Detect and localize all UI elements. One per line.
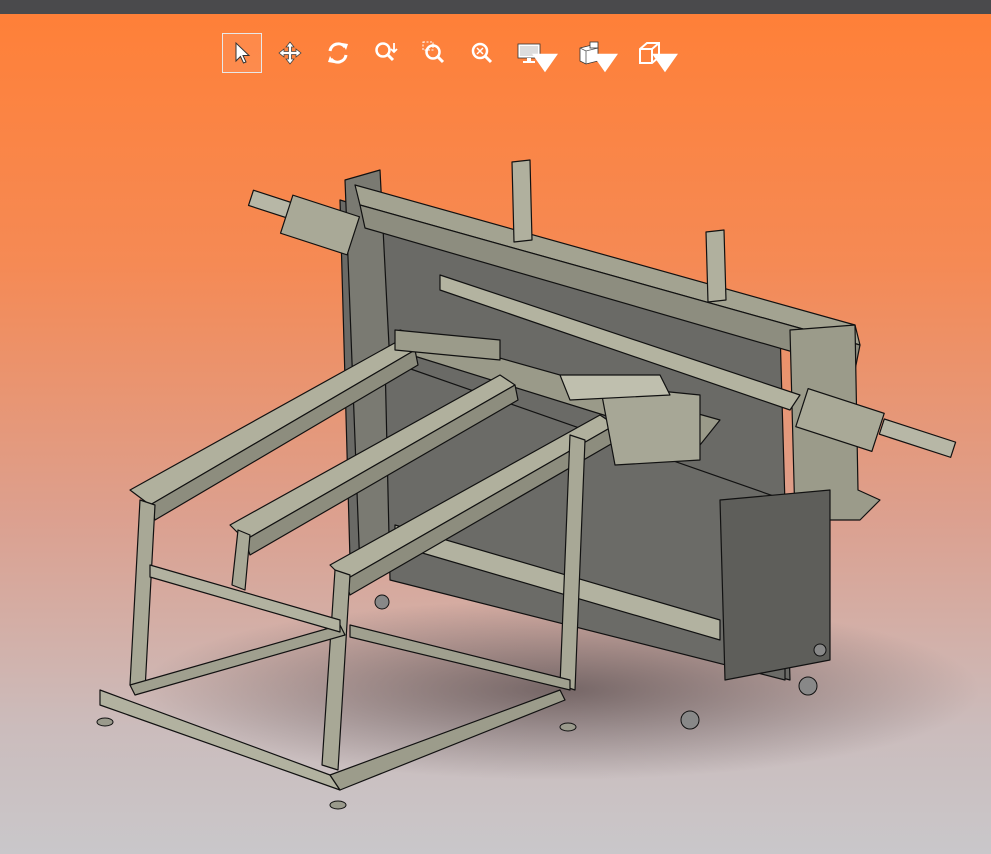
rotate-icon [328, 42, 348, 64]
display-mode-dropdown[interactable] [510, 33, 562, 73]
zoom-window-icon [422, 41, 445, 64]
standard-views-dropdown[interactable] [570, 33, 622, 73]
3d-viewport[interactable] [0, 14, 991, 854]
move-arrows-icon [278, 41, 302, 65]
fit-all-tool-button[interactable] [462, 33, 502, 73]
chevron-down-icon [652, 53, 678, 73]
rotate-tool-button[interactable] [318, 33, 358, 73]
view-toolbar [222, 32, 690, 74]
arrow-pointer-icon [235, 41, 251, 64]
chevron-down-icon [532, 53, 558, 73]
zoom-tool-button[interactable] [366, 33, 406, 73]
window-title-bar [0, 0, 991, 14]
pan-tool-button[interactable] [270, 33, 310, 73]
3d-model-assembly[interactable] [0, 14, 991, 854]
chevron-down-icon [592, 53, 618, 73]
zoom-icon [375, 42, 398, 62]
fit-all-icon [471, 42, 493, 64]
zoom-window-tool-button[interactable] [414, 33, 454, 73]
view-mode-dropdown[interactable] [630, 33, 682, 73]
select-tool-button[interactable] [222, 33, 262, 73]
